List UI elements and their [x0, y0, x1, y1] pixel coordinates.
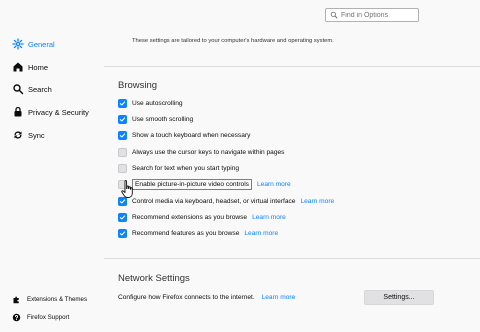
puzzle-icon — [12, 295, 21, 304]
option-recommend-extensions[interactable]: Recommend extensions as you browse Learn… — [118, 212, 286, 222]
sidebar-footer-extensions[interactable]: Extensions & Themes — [12, 291, 87, 307]
help-icon — [12, 313, 21, 322]
learn-more-link[interactable]: Learn more — [262, 294, 296, 301]
lock-icon — [12, 106, 24, 118]
learn-more-link[interactable]: Learn more — [244, 230, 278, 237]
sidebar-footer-support[interactable]: Firefox Support — [12, 309, 69, 325]
option-label: Always use the cursor keys to navigate w… — [132, 148, 285, 156]
option-recommend-features[interactable]: Recommend features as you browse Learn m… — [118, 228, 278, 238]
option-label: Search for text when you start typing — [132, 164, 240, 172]
home-icon — [12, 61, 24, 73]
option-picture-in-picture[interactable]: Enable picture-in-picture video controls… — [118, 178, 291, 190]
option-label: Recommend features as you browse — [132, 229, 240, 237]
option-media-control[interactable]: Control media via keyboard, headset, or … — [118, 196, 334, 206]
section-divider — [104, 66, 480, 67]
search-icon — [330, 11, 338, 19]
sidebar-item-label: Extensions & Themes — [27, 295, 88, 303]
sidebar-item-sync[interactable]: Sync — [12, 127, 45, 143]
sidebar-item-general[interactable]: General — [12, 36, 55, 52]
option-label: Use autoscrolling — [132, 99, 183, 107]
performance-description: These settings are tailored to your comp… — [132, 38, 334, 44]
section-divider — [104, 258, 480, 259]
option-label: Use smooth scrolling — [132, 115, 194, 123]
browsing-title: Browsing — [118, 80, 158, 91]
option-search-typing[interactable]: Search for text when you start typing — [118, 163, 239, 173]
sidebar: General Home Search Privacy & Security S… — [0, 0, 104, 332]
option-touch-keyboard[interactable]: Show a touch keyboard when necessary — [118, 130, 250, 140]
checkbox[interactable] — [118, 114, 127, 124]
sidebar-item-search[interactable]: Search — [12, 81, 52, 97]
sidebar-item-label: Search — [28, 84, 52, 94]
network-settings-button[interactable]: Settings... — [364, 290, 434, 305]
search-icon — [12, 83, 24, 95]
option-label: Enable picture-in-picture video controls — [132, 178, 252, 190]
option-label: Recommend extensions as you browse — [132, 213, 248, 221]
sidebar-item-home[interactable]: Home — [12, 59, 48, 75]
option-cursor-keys[interactable]: Always use the cursor keys to navigate w… — [118, 147, 284, 157]
option-label: Show a touch keyboard when necessary — [132, 131, 251, 139]
checkbox[interactable] — [118, 163, 127, 173]
learn-more-link[interactable]: Learn more — [257, 181, 291, 188]
gear-icon — [12, 38, 24, 50]
sidebar-item-label: General — [28, 39, 55, 49]
sidebar-item-label: Firefox Support — [27, 313, 70, 321]
checkbox[interactable] — [118, 212, 127, 222]
sidebar-item-privacy[interactable]: Privacy & Security — [12, 104, 89, 120]
hand-cursor-icon — [120, 179, 136, 199]
learn-more-link[interactable]: Learn more — [300, 198, 334, 205]
sidebar-item-label: Sync — [28, 130, 45, 140]
checkbox[interactable] — [118, 147, 127, 157]
option-smooth-scrolling[interactable]: Use smooth scrolling — [118, 114, 193, 124]
network-description-text: Configure how Firefox connects to the in… — [118, 294, 255, 301]
search-input[interactable] — [341, 10, 411, 20]
option-label: Control media via keyboard, headset, or … — [132, 197, 296, 205]
checkbox[interactable] — [118, 98, 127, 108]
search-box[interactable] — [325, 8, 419, 22]
checkbox[interactable] — [118, 130, 127, 140]
network-settings-title: Network Settings — [118, 273, 190, 284]
option-autoscrolling[interactable]: Use autoscrolling — [118, 98, 183, 108]
learn-more-link[interactable]: Learn more — [252, 214, 286, 221]
sync-icon — [12, 129, 24, 141]
sidebar-item-label: Home — [28, 62, 49, 72]
sidebar-item-label: Privacy & Security — [28, 107, 89, 117]
checkbox[interactable] — [118, 228, 127, 238]
network-description: Configure how Firefox connects to the in… — [118, 294, 295, 301]
